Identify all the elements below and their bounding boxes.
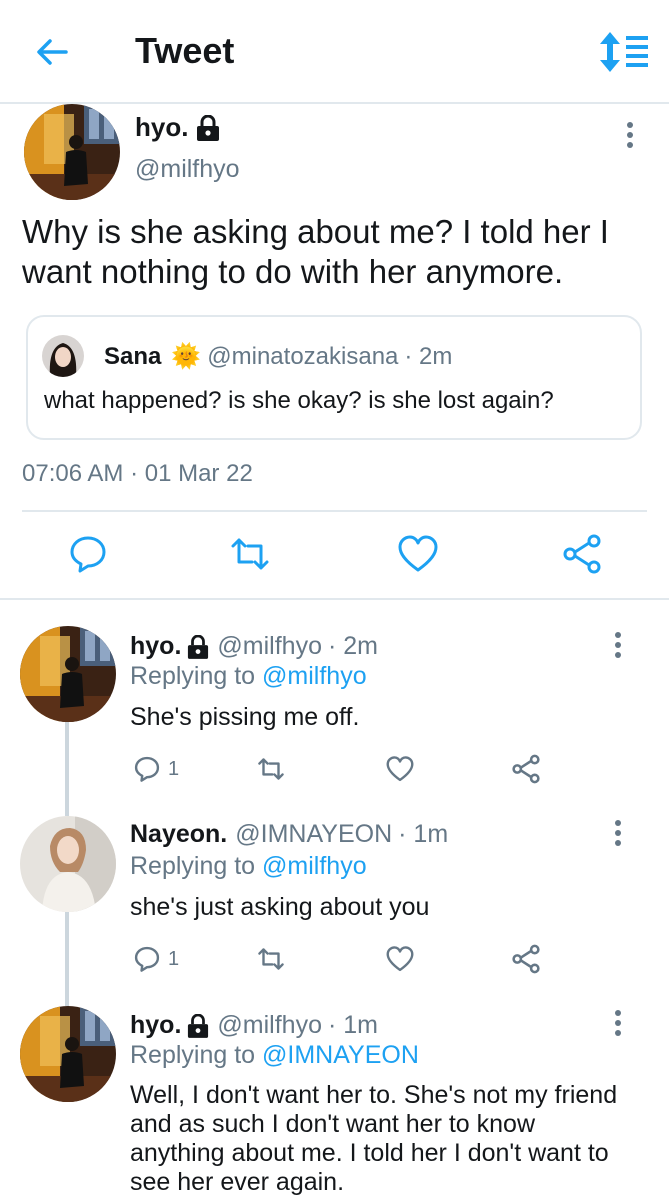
quote-author-name: Sana: [104, 342, 162, 370]
tweet-text: Why is she asking about me? I told her I…: [22, 213, 609, 290]
reply-count: 1: [168, 757, 180, 780]
replying-to-mention[interactable]: @milfhyo: [262, 852, 367, 880]
retweet-icon[interactable]: [255, 942, 287, 976]
more-options-icon[interactable]: [608, 630, 628, 660]
reply-text: she's just asking about you: [130, 893, 430, 921]
lock-icon: [187, 1013, 209, 1038]
quote-avatar: [42, 335, 84, 377]
reply-time: · 1m: [327, 1011, 378, 1039]
replying-to: Replying to @milfhyo: [130, 852, 367, 880]
reply-author-handle[interactable]: @IMNAYEON: [235, 820, 392, 849]
sort-replies-icon[interactable]: [598, 30, 650, 74]
back-arrow-icon[interactable]: [30, 30, 74, 74]
reply-author-name[interactable]: Nayeon.: [130, 820, 227, 849]
page-title: Tweet: [135, 30, 235, 71]
replying-to: Replying to @milfhyo: [130, 662, 367, 690]
like-icon[interactable]: [384, 942, 416, 976]
reply-count: 1: [168, 947, 180, 970]
quote-header: Sana 🌞 @minatozakisana · 2m: [104, 342, 452, 371]
top-bar: Tweet: [0, 0, 669, 104]
reply-icon: [132, 754, 162, 784]
author-name[interactable]: hyo.: [135, 112, 220, 143]
reply-header: Nayeon. @IMNAYEON · 1m: [130, 820, 448, 849]
reply-icon: [132, 944, 162, 974]
more-options-icon[interactable]: [608, 818, 628, 848]
replying-to: Replying to @IMNAYEON: [130, 1041, 419, 1069]
retweet-icon[interactable]: [255, 752, 287, 786]
reply-header: hyo. @milfhyo · 2m: [130, 632, 378, 661]
share-icon[interactable]: [560, 532, 604, 576]
sun-emoji: 🌞: [171, 343, 202, 370]
avatar[interactable]: [20, 1006, 116, 1102]
thread-line: [65, 912, 69, 1006]
quoted-tweet[interactable]: Sana 🌞 @minatozakisana · 2m what happene…: [26, 315, 642, 440]
retweet-icon[interactable]: [228, 532, 272, 576]
divider: [0, 598, 669, 600]
quote-text: what happened? is she okay? is she lost …: [44, 387, 554, 414]
author-handle[interactable]: @milfhyo: [135, 155, 240, 184]
thread-line: [65, 722, 69, 816]
reply-icon[interactable]: [66, 532, 110, 576]
lock-icon: [187, 634, 209, 659]
like-icon[interactable]: [384, 752, 416, 786]
quote-time: · 2m: [404, 342, 453, 370]
tweet-timestamp: 07:06 AM · 01 Mar 22: [22, 460, 253, 487]
share-icon[interactable]: [510, 752, 542, 786]
replying-to-mention[interactable]: @IMNAYEON: [262, 1041, 419, 1069]
divider: [22, 510, 647, 512]
more-options-icon[interactable]: [620, 120, 640, 150]
avatar[interactable]: [20, 626, 116, 722]
reply-time: · 2m: [327, 632, 378, 660]
like-icon[interactable]: [396, 532, 440, 576]
quote-author-handle: @minatozakisana: [207, 342, 399, 370]
reply-button[interactable]: 1: [132, 752, 179, 786]
more-options-icon[interactable]: [608, 1008, 628, 1038]
reply-author-name[interactable]: hyo.: [130, 1011, 181, 1040]
reply-author-handle[interactable]: @milfhyo: [217, 1011, 322, 1040]
reply-button[interactable]: 1: [132, 942, 179, 976]
reply-text: She's pissing me off.: [130, 703, 360, 731]
share-icon[interactable]: [510, 942, 542, 976]
replying-to-mention[interactable]: @milfhyo: [262, 662, 367, 690]
reply-header: hyo. @milfhyo · 1m: [130, 1011, 378, 1040]
reply-time: · 1m: [398, 820, 449, 848]
reply-author-name[interactable]: hyo.: [130, 632, 181, 661]
avatar[interactable]: [20, 816, 116, 912]
reply-text: Well, I don't want her to. She's not my …: [130, 1081, 618, 1196]
avatar[interactable]: [24, 104, 120, 200]
lock-icon: [196, 114, 220, 141]
reply-author-handle[interactable]: @milfhyo: [217, 632, 322, 661]
